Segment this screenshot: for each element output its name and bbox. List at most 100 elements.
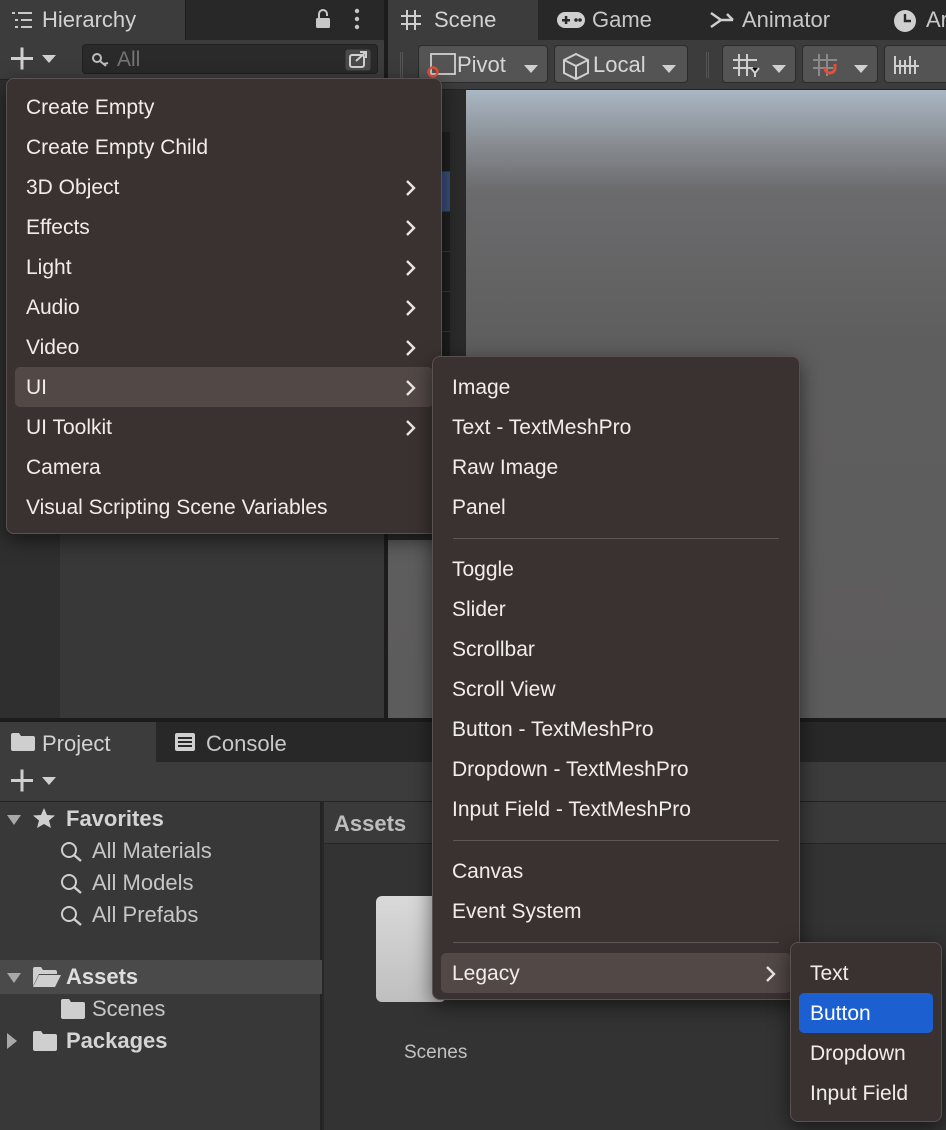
chevron-down-icon [771,61,787,79]
menu-item-ui-toolkit[interactable]: UI Toolkit [15,407,433,447]
menu-item-audio[interactable]: Audio [15,287,433,327]
menu-item-effects[interactable]: Effects [15,207,433,247]
chevron-down-icon[interactable] [6,813,22,831]
chevron-right-icon[interactable] [6,1032,18,1055]
menu-item-input-field-textmeshpro[interactable]: Input Field - TextMeshPro [441,789,791,829]
tree-packages[interactable]: Packages [0,1026,320,1056]
menu-item-3d-object[interactable]: 3D Object [15,167,433,207]
pivot-label: Pivot [457,52,506,77]
overlay-row [442,172,450,212]
search-icon [60,905,84,932]
ui-submenu: Image Text - TextMeshPro Raw Image Panel… [432,356,800,1000]
tree-item-all-models[interactable]: All Models [0,868,320,898]
tree-favorites[interactable]: Favorites [0,804,320,834]
menu-item-raw-image[interactable]: Raw Image [441,447,791,487]
hierarchy-tab-label: Hierarchy [42,7,137,32]
project-create-dropdown[interactable] [8,768,60,799]
menu-item-toggle[interactable]: Toggle [441,549,791,589]
chevron-right-icon [405,259,417,282]
tab-project[interactable]: Project [0,722,156,762]
tab-animator-label: Animator [742,7,831,32]
gamepad-icon [556,11,586,34]
list-icon [12,11,34,34]
star-icon [32,807,56,834]
tab-game-label: Game [592,7,652,32]
grid-visibility-dropdown[interactable] [722,45,796,83]
lock-icon[interactable] [313,8,333,35]
tree-item-all-prefabs[interactable]: All Prefabs [0,900,320,930]
chevron-down-icon [523,61,539,79]
menu-item-camera[interactable]: Camera [15,447,433,487]
folder-icon [60,998,86,1025]
menu-item-ui[interactable]: UI [15,367,433,407]
tree-favorites-label: Favorites [66,806,164,831]
menu-item-video[interactable]: Video [15,327,433,367]
toolbar-grip[interactable] [706,52,709,78]
menu-item-event-system[interactable]: Event System [441,891,791,931]
chevron-right-icon [405,179,417,202]
tab-game[interactable]: Game [556,0,696,40]
menu-item-dropdown-textmeshpro[interactable]: Dropdown - TextMeshPro [441,749,791,789]
search-input[interactable] [117,48,337,72]
hierarchy-search-field[interactable] [82,44,378,74]
console-icon [174,732,196,757]
clock-icon [892,8,918,39]
create-context-menu: Create Empty Create Empty Child 3D Objec… [6,78,442,534]
menu-item-scroll-view[interactable]: Scroll View [441,669,791,709]
assets-header-label[interactable]: Assets [334,813,406,835]
overlay-row [442,212,450,252]
menu-item-legacy[interactable]: Legacy [441,953,791,993]
chevron-down-icon[interactable] [6,971,22,989]
chevron-down-icon [661,61,677,79]
menu-item-legacy-dropdown[interactable]: Dropdown [799,1033,933,1073]
tree-assets-label: Assets [66,964,139,989]
menu-item-button-textmeshpro[interactable]: Button - TextMeshPro [441,709,791,749]
legacy-submenu: Text Button Dropdown Input Field [790,942,942,1122]
snap-magnet-icon [811,52,841,83]
hierarchy-tab[interactable]: Hierarchy [0,0,186,40]
tree-item-label: Scenes [92,996,166,1021]
overlay-row [442,252,450,292]
pivot-dropdown[interactable]: Pivot [418,45,548,83]
menu-item-canvas[interactable]: Canvas [441,851,791,891]
tree-assets[interactable]: Assets [0,962,320,992]
tree-item-label: All Materials [92,838,212,863]
tree-packages-label: Packages [66,1028,168,1053]
chevron-down-icon [853,61,869,79]
grid-snap-dropdown[interactable] [802,45,878,83]
tab-console-label: Console [206,731,287,756]
tab-animator[interactable]: Animator [710,0,870,40]
menu-item-create-empty[interactable]: Create Empty [15,87,433,127]
search-icon [60,873,84,900]
animator-icon [710,10,734,35]
local-dropdown[interactable]: Local [554,45,688,83]
tab-project-label: Project [42,731,111,756]
menu-item-scrollbar[interactable]: Scrollbar [441,629,791,669]
menu-item-legacy-button[interactable]: Button [799,993,933,1033]
tab-console[interactable]: Console [174,722,334,762]
folder-icon [10,732,36,757]
tab-animation-label: Ar [926,7,946,32]
local-label: Local [593,52,646,77]
toolbar-grip[interactable] [400,52,403,78]
overlay-row [442,292,450,332]
more-options-icon[interactable] [350,8,364,35]
tree-item-label: All Prefabs [92,902,199,927]
expand-window-icon[interactable] [344,48,372,77]
create-plus-dropdown[interactable] [8,46,60,77]
tree-item-all-materials[interactable]: All Materials [0,836,320,866]
menu-item-panel[interactable]: Panel [441,487,791,527]
menu-item-visual-scripting-scene-variables[interactable]: Visual Scripting Scene Variables [15,487,433,527]
menu-item-light[interactable]: Light [15,247,433,287]
tab-animation[interactable]: Ar [892,0,946,40]
chevron-right-icon [765,965,777,988]
tab-scene[interactable]: Scene [388,0,538,40]
menu-item-text-textmeshpro[interactable]: Text - TextMeshPro [441,407,791,447]
menu-item-legacy-input-field[interactable]: Input Field [799,1073,933,1113]
menu-item-legacy-text[interactable]: Text [799,953,933,993]
menu-item-create-empty-child[interactable]: Create Empty Child [15,127,433,167]
menu-item-slider[interactable]: Slider [441,589,791,629]
increment-snap-dropdown[interactable] [884,45,946,83]
menu-item-image[interactable]: Image [441,367,791,407]
tree-item-scenes[interactable]: Scenes [0,994,320,1024]
